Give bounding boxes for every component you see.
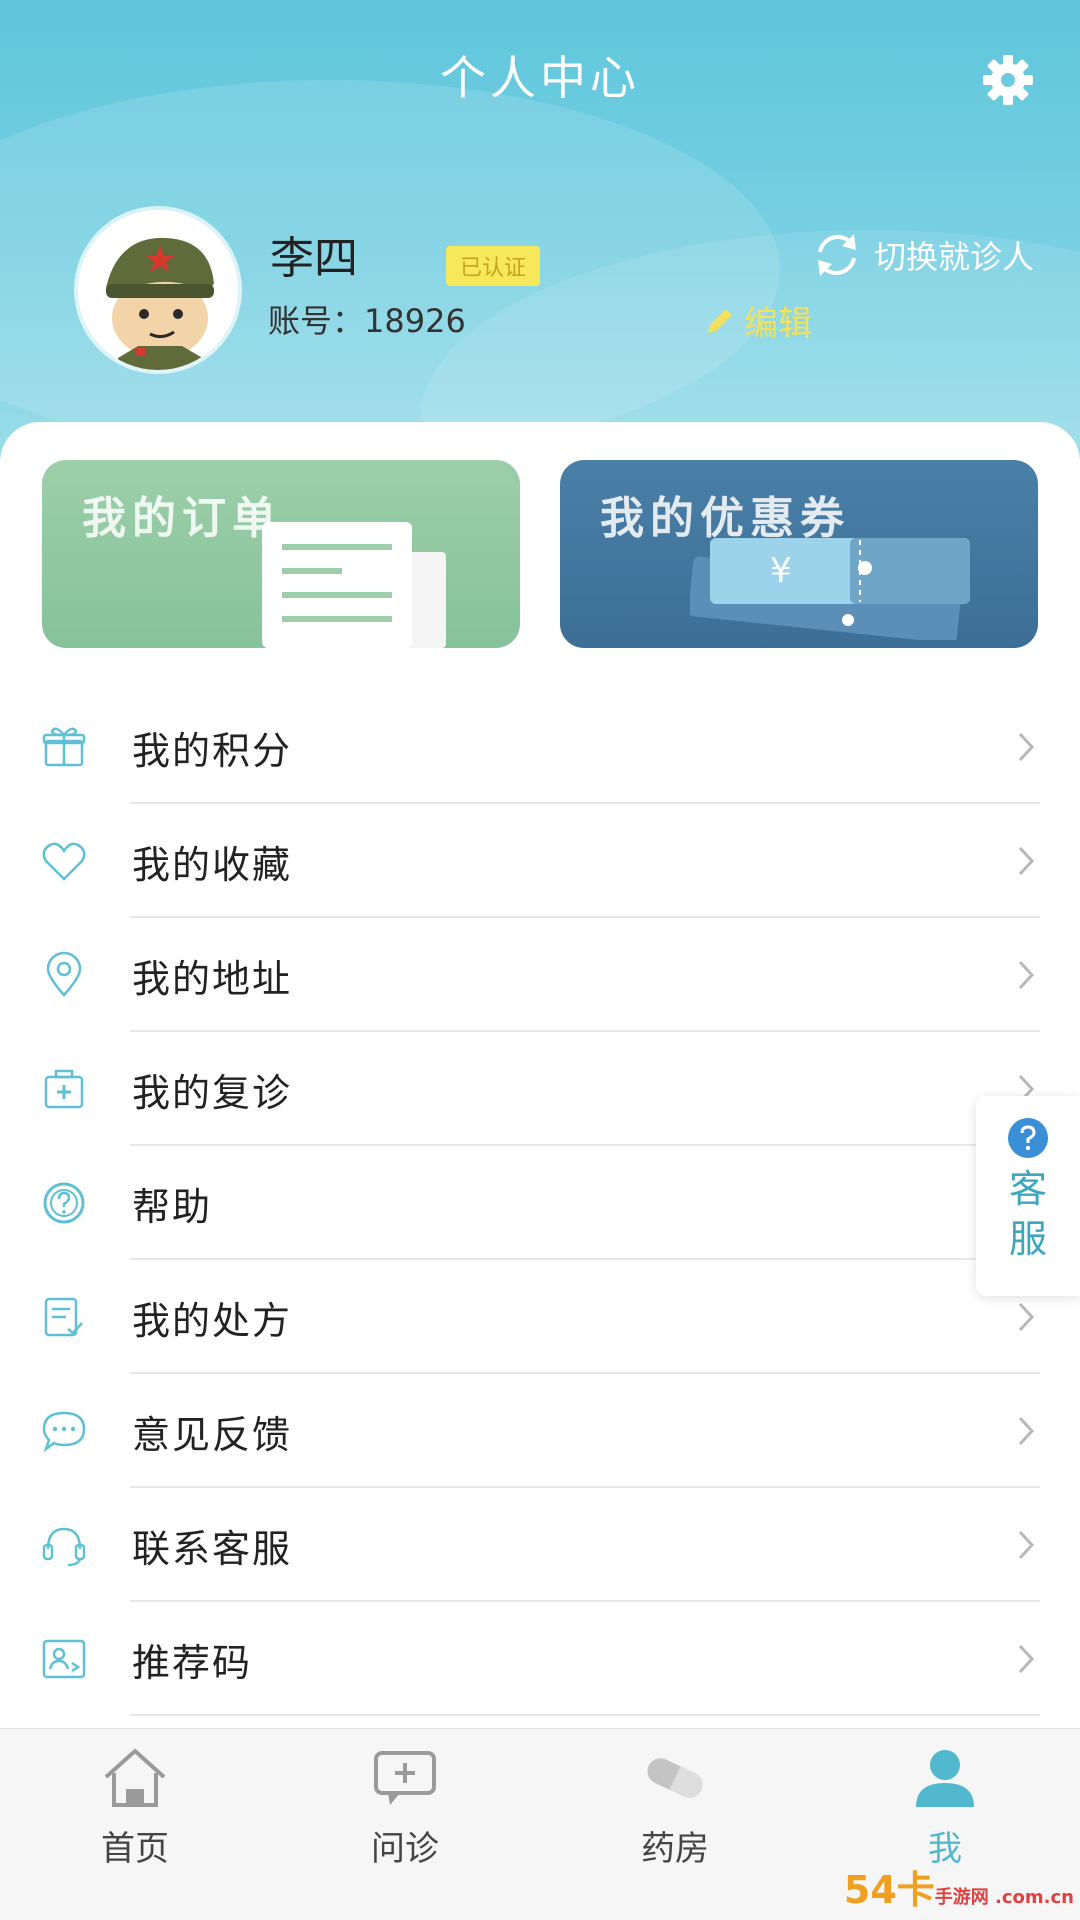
- heart-icon: [42, 842, 86, 881]
- tab-pharmacy-label: 药房: [641, 1829, 709, 1869]
- profile-header: 个人中心 李四 已认证 账号：18926 切换就诊人 编辑: [0, 0, 1080, 460]
- chevron-right-icon: [1018, 960, 1035, 990]
- user-name: 李四: [270, 233, 358, 284]
- menu-label-points: 我的积分: [132, 728, 293, 773]
- account-number: 账号：18926: [268, 296, 466, 342]
- tab-pharmacy[interactable]: 药房: [540, 1729, 810, 1920]
- menu-item-feedback[interactable]: 意见反馈: [0, 1374, 1080, 1488]
- menu-item-points[interactable]: 我的积分: [0, 690, 1080, 804]
- watermark-logo: 54卡手游网 .com.cn: [844, 1859, 1074, 1914]
- menu-item-address[interactable]: 我的地址: [0, 918, 1080, 1032]
- divider: [130, 1714, 1040, 1716]
- float-service-label-1: 客: [1008, 1167, 1047, 1211]
- menu-label-referral-code: 推荐码: [132, 1640, 253, 1685]
- account-label: 账号：: [268, 302, 365, 340]
- menu-label-contact-service: 联系客服: [132, 1526, 293, 1571]
- question-circle-icon: [43, 1182, 85, 1224]
- menu-item-prescription[interactable]: 我的处方: [0, 1260, 1080, 1374]
- tab-home-label: 首页: [101, 1829, 169, 1869]
- gear-icon[interactable]: [980, 52, 1036, 108]
- yen-symbol: ¥: [770, 551, 792, 591]
- menu-label-favorites: 我的收藏: [132, 842, 293, 887]
- my-coupons-banner[interactable]: 我的优惠券 ¥: [560, 460, 1038, 648]
- headset-icon: [42, 1527, 86, 1567]
- menu-item-referral-code[interactable]: 推荐码: [0, 1602, 1080, 1716]
- document-icon: [262, 522, 446, 648]
- refresh-icon: [818, 234, 856, 276]
- switch-patient-button[interactable]: 切换就诊人: [810, 228, 1034, 282]
- chat-bubble-icon: [42, 1411, 86, 1453]
- chevron-right-icon: [1018, 1644, 1035, 1674]
- chevron-right-icon: [1018, 846, 1035, 876]
- chevron-right-icon: [1018, 1530, 1035, 1560]
- menu-label-prescription: 我的处方: [132, 1298, 293, 1343]
- tab-home[interactable]: 首页: [0, 1729, 270, 1920]
- edit-button[interactable]: 编辑: [704, 296, 812, 345]
- consult-icon: [374, 1751, 436, 1805]
- location-pin-icon: [46, 951, 82, 997]
- tab-consult-label: 问诊: [371, 1829, 439, 1869]
- page-title: 个人中心: [440, 51, 640, 105]
- avatar[interactable]: [78, 210, 238, 370]
- menu-label-feedback: 意见反馈: [132, 1412, 293, 1457]
- menu-item-contact-service[interactable]: 联系客服: [0, 1488, 1080, 1602]
- tab-consult[interactable]: 问诊: [270, 1729, 540, 1920]
- menu-list: 我的积分 我的收藏 我的地址 我的复诊 帮助 我的处方 意见反馈 联系客服 推荐…: [0, 690, 1080, 1716]
- float-service-label-2: 服: [1008, 1217, 1047, 1261]
- edit-label: 编辑: [744, 304, 812, 344]
- menu-item-favorites[interactable]: 我的收藏: [0, 804, 1080, 918]
- referral-card-icon: [42, 1639, 86, 1679]
- chevron-right-icon: [1018, 1302, 1035, 1332]
- verified-badge: 已认证: [446, 246, 541, 286]
- menu-label-revisit: 我的复诊: [132, 1070, 293, 1115]
- user-icon: [916, 1750, 974, 1807]
- account-value: 18926: [364, 302, 466, 340]
- profile-page: 个人中心 李四 已认证 账号：18926 切换就诊人 编辑 我的订单 我的优惠券…: [0, 0, 1080, 1920]
- chevron-right-icon: [1018, 732, 1035, 762]
- chevron-right-icon: [1018, 1416, 1035, 1446]
- menu-label-address: 我的地址: [132, 956, 293, 1001]
- prescription-icon: [44, 1297, 83, 1337]
- medical-kit-icon: [44, 1069, 84, 1109]
- pill-icon: [647, 1758, 703, 1798]
- home-icon: [104, 1748, 166, 1807]
- watermark-main: 54卡: [843, 1868, 935, 1912]
- my-orders-banner[interactable]: 我的订单: [42, 460, 520, 648]
- question-icon: [1008, 1118, 1048, 1158]
- coupon-icon: ¥: [690, 538, 970, 640]
- floating-customer-service-button[interactable]: 客 服: [976, 1096, 1080, 1296]
- menu-item-revisit[interactable]: 我的复诊: [0, 1032, 1080, 1146]
- watermark-sub: 手游网 .com.cn: [934, 1887, 1074, 1908]
- switch-patient-label: 切换就诊人: [874, 238, 1035, 276]
- menu-item-help[interactable]: 帮助: [0, 1146, 1080, 1260]
- pencil-icon: [708, 308, 732, 333]
- menu-label-help: 帮助: [132, 1184, 213, 1229]
- gift-icon: [42, 727, 86, 767]
